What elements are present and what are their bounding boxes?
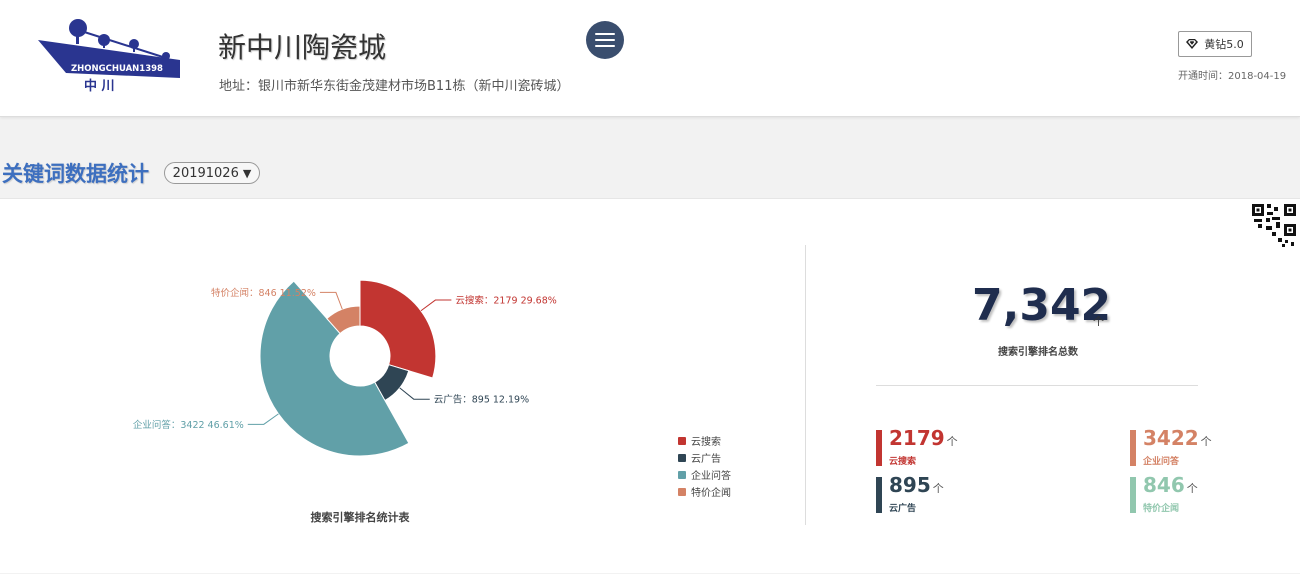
stat-bar xyxy=(876,477,882,513)
stat-label: 云搜索 xyxy=(889,457,917,467)
legend-label: 特价企闻 xyxy=(691,488,731,499)
stat-bar xyxy=(1130,477,1136,513)
stat-unit: 个 xyxy=(932,482,944,495)
open-date: 开通时间：2018-04-19 xyxy=(1178,71,1287,82)
legend-label: 企业问答 xyxy=(691,471,731,482)
menu-icon-line xyxy=(595,39,615,41)
qr-code-icon[interactable] xyxy=(1252,204,1296,248)
summary-divider xyxy=(876,385,1198,386)
slice-label: 云广告：895 12.19% xyxy=(434,394,529,406)
pie-slice[interactable] xyxy=(359,279,437,379)
chart-caption: 搜索引擎排名统计表 xyxy=(310,511,410,524)
slice-leader-line xyxy=(399,387,430,400)
slice-leader-line xyxy=(247,413,279,425)
menu-icon-line xyxy=(595,33,615,35)
stat-unit: 个 xyxy=(1200,435,1212,448)
menu-button[interactable] xyxy=(586,21,624,59)
stat-value: 895 个 xyxy=(889,473,944,497)
section-title: 关键词数据统计 xyxy=(2,162,149,186)
diamond-icon xyxy=(1186,39,1199,49)
svg-text:中 川: 中 川 xyxy=(84,78,115,94)
slice-leader-line xyxy=(420,299,452,312)
legend-swatch xyxy=(678,487,686,496)
page-header: ZHONGCHUAN1398 中 川 新中川陶瓷城 地址：银川市新华东街金茂建材… xyxy=(0,0,1300,117)
legend-swatch xyxy=(678,470,686,479)
slice-label: 特价企闻：846 11.52% xyxy=(211,287,316,299)
chart-legend: 云搜索云广告企业问答特价企闻 xyxy=(678,432,731,500)
chevron-down-icon: ▼ xyxy=(242,166,252,180)
total-count-unit: 个 xyxy=(1093,315,1104,328)
date-select[interactable]: 20191026 ▼ xyxy=(164,162,260,184)
page-title: 新中川陶瓷城 xyxy=(218,31,387,64)
stat-value: 2179 个 xyxy=(889,426,958,450)
legend-item[interactable]: 云广告 xyxy=(678,449,731,466)
stat-unit: 个 xyxy=(1186,482,1198,495)
stat-bar xyxy=(876,430,882,466)
slice-leader-line xyxy=(319,291,343,310)
menu-icon-line xyxy=(595,45,615,47)
svg-text:ZHONGCHUAN1398: ZHONGCHUAN1398 xyxy=(71,64,163,74)
logo: ZHONGCHUAN1398 中 川 xyxy=(38,19,180,94)
stat-unit: 个 xyxy=(946,435,958,448)
date-select-value: 20191026 xyxy=(172,165,239,181)
slice-label: 企业问答：3422 46.61% xyxy=(133,419,244,431)
stat-bar xyxy=(1130,430,1136,466)
slice-label: 云搜索：2179 29.68% xyxy=(455,295,556,307)
legend-label: 云广告 xyxy=(691,454,721,465)
total-count: 7,342 xyxy=(972,280,1112,331)
legend-swatch xyxy=(678,453,686,462)
stat-label: 云广告 xyxy=(889,504,917,514)
stat-label: 企业问答 xyxy=(1143,457,1180,467)
store-address: 地址：银川市新华东街金茂建材市场B11栋（新中川瓷砖城） xyxy=(219,79,570,94)
legend-label: 云搜索 xyxy=(691,437,721,448)
stat-value: 846 个 xyxy=(1143,473,1198,497)
stat-label: 特价企闻 xyxy=(1143,504,1180,514)
legend-item[interactable]: 特价企闻 xyxy=(678,483,731,500)
legend-swatch xyxy=(678,436,686,445)
stat-value: 3422 个 xyxy=(1143,426,1212,450)
legend-item[interactable]: 企业问答 xyxy=(678,466,731,483)
total-count-label: 搜索引擎排名总数 xyxy=(998,347,1078,358)
legend-item[interactable]: 云搜索 xyxy=(678,432,731,449)
member-level-button[interactable]: 黄钻5.0 xyxy=(1178,31,1252,57)
member-level-label: 黄钻5.0 xyxy=(1204,38,1244,51)
panel-divider xyxy=(805,245,806,525)
